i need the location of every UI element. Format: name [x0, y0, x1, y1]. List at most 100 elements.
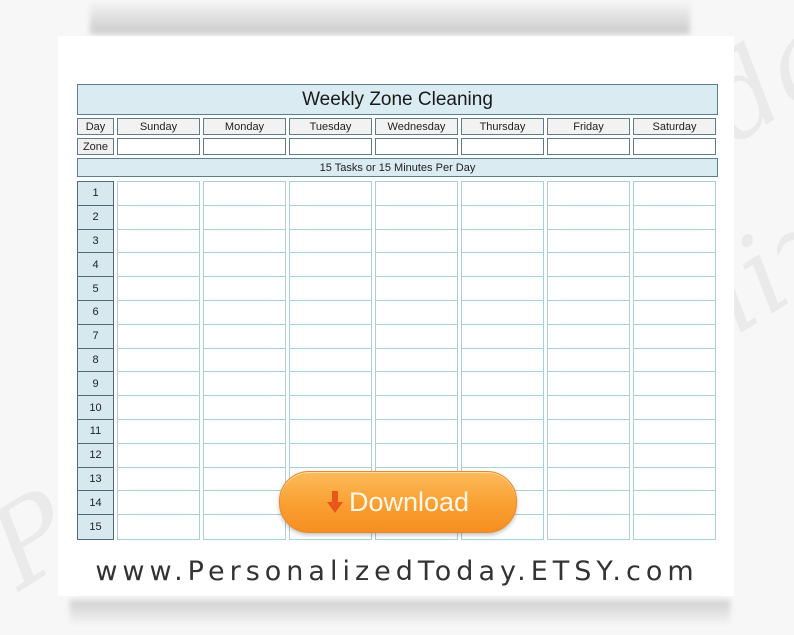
task-slot[interactable]: [118, 419, 199, 444]
task-slot[interactable]: [204, 467, 285, 492]
task-slot[interactable]: [290, 443, 371, 468]
task-slot[interactable]: [204, 491, 285, 516]
task-slot[interactable]: [462, 300, 543, 325]
zone-field[interactable]: [203, 138, 286, 155]
task-slot[interactable]: [548, 229, 629, 254]
task-slot[interactable]: [376, 443, 457, 468]
task-slot[interactable]: [204, 253, 285, 278]
task-slot[interactable]: [376, 300, 457, 325]
task-slot[interactable]: [376, 205, 457, 230]
task-slot[interactable]: [548, 396, 629, 420]
task-slot[interactable]: [118, 396, 199, 420]
task-slot[interactable]: [548, 205, 629, 230]
task-slot[interactable]: [204, 205, 285, 230]
task-slot[interactable]: [118, 229, 199, 254]
task-slot[interactable]: [548, 277, 629, 301]
task-slot[interactable]: [376, 419, 457, 444]
task-slot[interactable]: [118, 515, 199, 539]
task-slot[interactable]: [634, 229, 715, 254]
task-slot[interactable]: [290, 229, 371, 254]
task-slot[interactable]: [204, 372, 285, 397]
task-slot[interactable]: [634, 491, 715, 516]
task-slot[interactable]: [548, 419, 629, 444]
task-slot[interactable]: [548, 182, 629, 206]
zone-field[interactable]: [289, 138, 372, 155]
task-slot[interactable]: [118, 467, 199, 492]
task-slot[interactable]: [462, 372, 543, 397]
zone-field[interactable]: [375, 138, 458, 155]
task-slot[interactable]: [548, 515, 629, 539]
task-slot[interactable]: [204, 443, 285, 468]
task-slot[interactable]: [462, 443, 543, 468]
task-slot[interactable]: [462, 277, 543, 301]
task-slot[interactable]: [462, 253, 543, 278]
task-slot[interactable]: [118, 182, 199, 206]
task-slot[interactable]: [462, 182, 543, 206]
task-slot[interactable]: [204, 515, 285, 539]
task-slot[interactable]: [118, 443, 199, 468]
task-slot[interactable]: [204, 182, 285, 206]
task-slot[interactable]: [462, 205, 543, 230]
task-slot[interactable]: [634, 515, 715, 539]
task-slot[interactable]: [634, 443, 715, 468]
task-slot[interactable]: [118, 300, 199, 325]
task-slot[interactable]: [204, 300, 285, 325]
task-slot[interactable]: [376, 253, 457, 278]
task-slot[interactable]: [118, 372, 199, 397]
task-slot[interactable]: [290, 324, 371, 349]
task-slot[interactable]: [376, 372, 457, 397]
task-slot[interactable]: [290, 396, 371, 420]
zone-field[interactable]: [633, 138, 716, 155]
task-slot[interactable]: [118, 253, 199, 278]
task-slot[interactable]: [548, 300, 629, 325]
task-slot[interactable]: [634, 182, 715, 206]
zone-field[interactable]: [547, 138, 630, 155]
task-slot[interactable]: [204, 419, 285, 444]
task-slot[interactable]: [634, 396, 715, 420]
task-slot[interactable]: [290, 419, 371, 444]
task-slot[interactable]: [548, 467, 629, 492]
task-slot[interactable]: [290, 300, 371, 325]
task-slot[interactable]: [290, 372, 371, 397]
task-slot[interactable]: [118, 324, 199, 349]
task-slot[interactable]: [204, 229, 285, 254]
task-slot[interactable]: [290, 348, 371, 373]
task-slot[interactable]: [462, 348, 543, 373]
task-slot[interactable]: [634, 300, 715, 325]
task-slot[interactable]: [548, 348, 629, 373]
task-slot[interactable]: [634, 467, 715, 492]
task-slot[interactable]: [204, 277, 285, 301]
task-slot[interactable]: [376, 324, 457, 349]
zone-field[interactable]: [117, 138, 200, 155]
task-slot[interactable]: [548, 372, 629, 397]
task-slot[interactable]: [376, 348, 457, 373]
task-slot[interactable]: [118, 491, 199, 516]
task-slot[interactable]: [462, 229, 543, 254]
task-slot[interactable]: [462, 419, 543, 444]
task-slot[interactable]: [290, 253, 371, 278]
task-slot[interactable]: [118, 277, 199, 301]
task-slot[interactable]: [204, 396, 285, 420]
task-slot[interactable]: [548, 324, 629, 349]
task-slot[interactable]: [376, 182, 457, 206]
task-slot[interactable]: [290, 205, 371, 230]
task-slot[interactable]: [376, 277, 457, 301]
task-slot[interactable]: [290, 182, 371, 206]
task-slot[interactable]: [204, 348, 285, 373]
task-slot[interactable]: [548, 491, 629, 516]
download-button[interactable]: Download: [279, 471, 517, 533]
task-slot[interactable]: [548, 443, 629, 468]
task-slot[interactable]: [462, 324, 543, 349]
task-slot[interactable]: [462, 396, 543, 420]
task-slot[interactable]: [118, 348, 199, 373]
task-slot[interactable]: [634, 253, 715, 278]
task-slot[interactable]: [290, 277, 371, 301]
task-slot[interactable]: [548, 253, 629, 278]
task-slot[interactable]: [376, 396, 457, 420]
task-slot[interactable]: [634, 277, 715, 301]
task-slot[interactable]: [204, 324, 285, 349]
task-slot[interactable]: [118, 205, 199, 230]
task-slot[interactable]: [634, 205, 715, 230]
task-slot[interactable]: [634, 419, 715, 444]
task-slot[interactable]: [634, 324, 715, 349]
